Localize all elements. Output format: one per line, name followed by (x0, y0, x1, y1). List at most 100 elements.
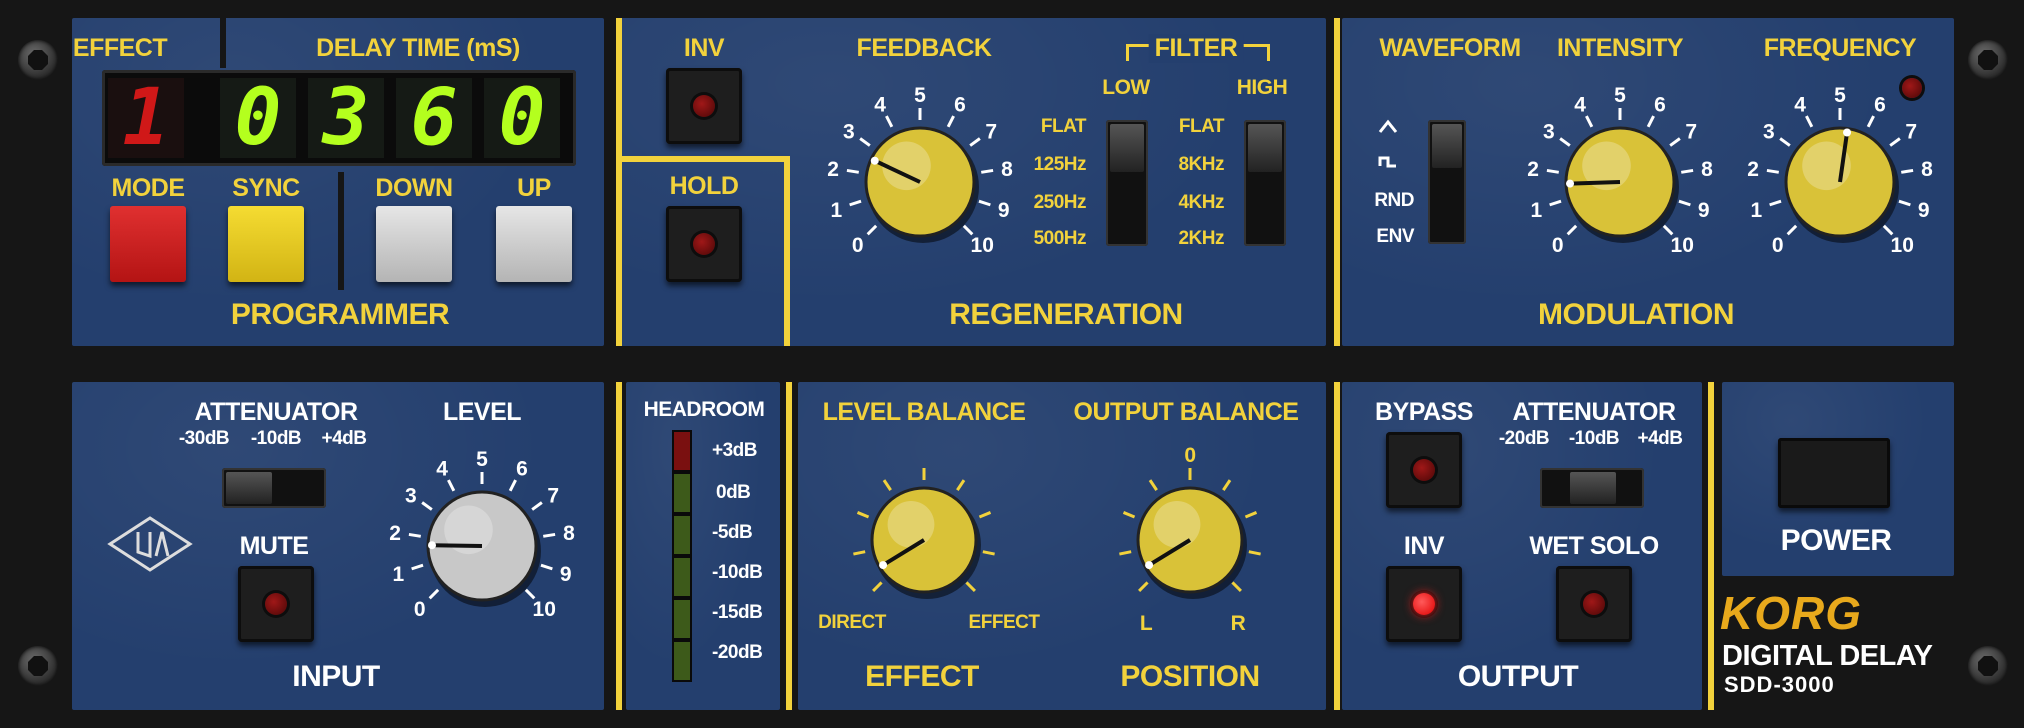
knob-tick (1662, 224, 1674, 236)
knob-scale-label: 8 (1001, 158, 1013, 181)
knob-scale-label: 3 (843, 120, 855, 143)
knob-scale-label: 3 (1763, 120, 1775, 143)
knob-scale-label: 8 (563, 522, 575, 545)
knob-tick (1678, 199, 1691, 207)
knob-scale-label: 10 (1671, 234, 1694, 257)
knob-tick (524, 588, 536, 600)
knob-tick (531, 501, 543, 511)
knob-scale-label: 1 (1750, 199, 1762, 222)
knob-pointer (1569, 180, 1621, 186)
knob-scale-label: 4 (436, 458, 448, 481)
knob-tick (1779, 137, 1791, 147)
knob-scale-label: 6 (954, 94, 966, 117)
knob-tick (965, 581, 976, 592)
knob-tick (978, 199, 991, 207)
knob-scale-label: 8 (1921, 158, 1933, 181)
knob-pointer-dot (870, 156, 879, 165)
knob-scale-label: 10 (533, 598, 556, 621)
knob-tick (1148, 479, 1158, 491)
knob-tick (1866, 115, 1875, 128)
knob-pointer-dot (1145, 561, 1154, 570)
knob-scale-label: 9 (1698, 199, 1710, 222)
knob-tick (956, 479, 966, 491)
knob-tick (982, 550, 995, 556)
knob-layer: 01234 5 678910 01234 5 678910 01234 5 6789100123… (389, 84, 1933, 621)
knob-scale-label: 3 (1543, 120, 1555, 143)
knob-tick (421, 501, 433, 511)
knob-scale-label: 0 (1772, 234, 1784, 257)
knob-tick (978, 511, 992, 519)
knob-tick (872, 581, 883, 592)
knob-pointer-dot (1843, 128, 1852, 137)
knob-tick (1669, 137, 1681, 147)
knob-pointer (431, 543, 483, 548)
knob-tick (1559, 137, 1571, 147)
knob-tick (508, 479, 517, 492)
knob-tick (1901, 168, 1914, 174)
knob-tick (856, 511, 870, 519)
knob-scale-label: 5 (914, 84, 926, 107)
knob-tick (849, 199, 862, 207)
knob-tick (859, 137, 871, 147)
knob-scale-label: 1 (392, 563, 404, 586)
knob-tick (846, 168, 859, 174)
knob-highlight (887, 501, 935, 548)
knob-scale-label: 6 (1654, 94, 1666, 117)
knob-pointer-dot (428, 541, 437, 550)
knob-tick (885, 115, 894, 128)
knob-scale-label: 2 (827, 158, 839, 181)
knob-scale-label: 5 (1834, 84, 1846, 107)
knob-tick (1138, 581, 1149, 592)
knob-tick (540, 563, 553, 571)
knob-scale-label: 6 (516, 458, 528, 481)
knob-scale-label: 0 (852, 234, 864, 257)
knob-tick (1549, 199, 1562, 207)
knob-tick (1786, 224, 1798, 236)
knob-tick (882, 479, 892, 491)
knob-scale-label: 2 (1527, 158, 1539, 181)
knob-tick (428, 588, 440, 600)
knob-tick (1585, 115, 1594, 128)
knob-tick (981, 168, 994, 174)
knob-tick (1231, 581, 1242, 592)
knob-pointer-dot (879, 561, 888, 570)
knob-tick (1222, 479, 1232, 491)
knob-tick (1769, 199, 1782, 207)
knob-tick (1882, 224, 1894, 236)
knob-scale-label: 9 (1918, 199, 1930, 222)
knob-tick (543, 532, 556, 538)
knob-tick (1889, 137, 1901, 147)
knob-tick (411, 563, 424, 571)
knob-scale-label: 2 (389, 522, 401, 545)
knob-scale-label: 1 (1530, 199, 1542, 222)
knob-scale-label: 9 (998, 199, 1010, 222)
knob-tick (1546, 168, 1559, 174)
knob-scale-label: 3 (405, 484, 417, 507)
knob-scale-label: 9 (560, 563, 572, 586)
knob-tick (1646, 115, 1655, 128)
knob-scale-label: 10 (1891, 234, 1914, 257)
knob-tick (1248, 550, 1261, 556)
knob-tick (1566, 224, 1578, 236)
knob-scale-label: 4 (1794, 94, 1806, 117)
knob-scale-label: 10 (971, 234, 994, 257)
knob-tick (1681, 168, 1694, 174)
knob-scale-label: 4 (874, 94, 886, 117)
knob-scale-label: 7 (985, 120, 997, 143)
knob-tick (946, 115, 955, 128)
knob-tick (447, 479, 456, 492)
knob-scale-label: 7 (1685, 120, 1697, 143)
knob-scale-label: 7 (547, 484, 559, 507)
knob-scale-label: 8 (1701, 158, 1713, 181)
knob-tick (408, 532, 421, 538)
knob-tick (1805, 115, 1814, 128)
knob-tick (969, 137, 981, 147)
knob-pointer-dot (1566, 179, 1575, 188)
knob-tick (1766, 168, 1779, 174)
knob-tick (1122, 511, 1136, 519)
knob-highlight (1153, 501, 1201, 548)
knob-scale-label: 0 (414, 598, 426, 621)
knob-scale-label: 7 (1905, 120, 1917, 143)
knob-tick (1119, 550, 1132, 556)
knob-scale-label: 1 (830, 199, 842, 222)
